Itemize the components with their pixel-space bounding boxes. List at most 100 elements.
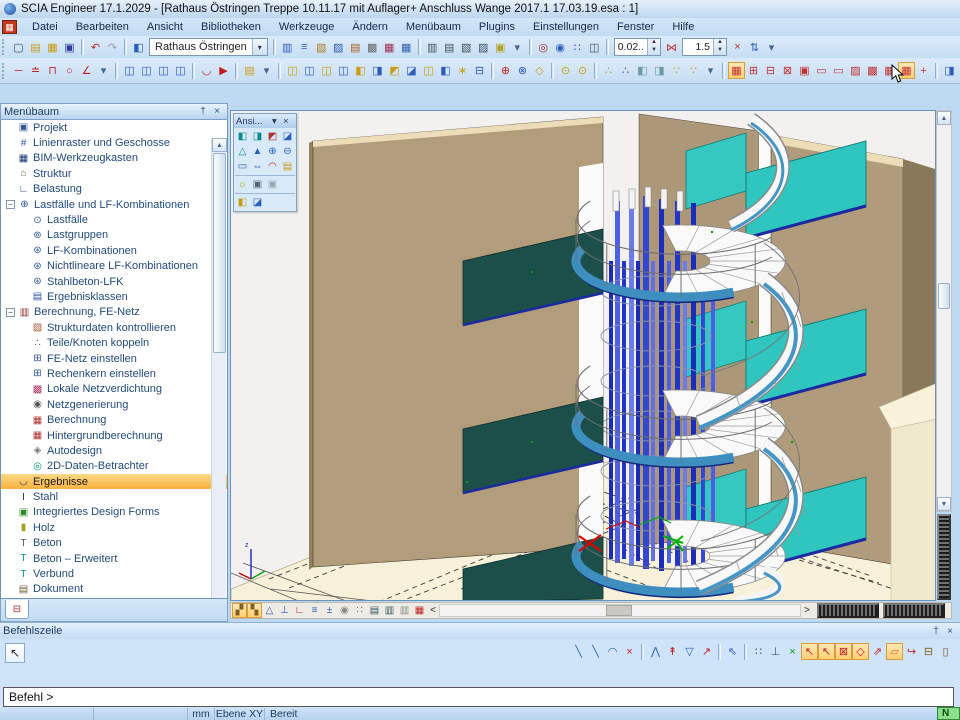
tree-item-ergebnisklassen[interactable]: ▤Ergebnisklassen (1, 289, 227, 304)
scroll-down-icon[interactable]: ▼ (937, 497, 951, 511)
tree-item-teile-knoten-koppeln[interactable]: ∴Teile/Knoten koppeln (1, 335, 227, 350)
tree-item-lastfälle-und-lf-kombinationen[interactable]: −⊕Lastfälle und LF-Kombinationen (1, 197, 227, 212)
scroll-left-icon[interactable]: < (427, 603, 439, 618)
tree-item-strukturdaten-kontrollieren[interactable]: ▨Strukturdaten kontrollieren (1, 320, 227, 335)
calculator-icon[interactable]: ▥ (279, 39, 296, 56)
tree-item-dokument[interactable]: ▤Dokument (1, 582, 227, 597)
preview-icon[interactable]: ▧ (458, 39, 475, 56)
hinge-icon[interactable]: ◧ (437, 62, 454, 79)
results-setup-icon[interactable]: ▦ (398, 39, 415, 56)
menu-item--ndern[interactable]: Ändern (343, 19, 396, 35)
view-axo-icon[interactable]: ◪ (280, 129, 295, 144)
snap-line2-icon[interactable]: ╲ (587, 643, 604, 660)
polyline-icon[interactable]: ⊓ (44, 62, 61, 79)
open-project-icon[interactable]: ▤ (27, 39, 44, 56)
scroll-up-icon[interactable]: ▲ (212, 138, 227, 152)
view-image2-icon[interactable]: ▥ (397, 603, 412, 618)
view-z-icon[interactable]: ◩ (265, 129, 280, 144)
tree-item-integriertes-design-forms[interactable]: ▣Integriertes Design Forms (1, 505, 227, 520)
scroll-up-icon[interactable]: ▲ (937, 111, 951, 125)
snap-tangent-icon[interactable]: ⇗ (869, 643, 886, 660)
pointer-mode-button[interactable]: ↖ (5, 643, 25, 663)
gear-pair-icon[interactable]: ∵ (668, 62, 685, 79)
save-icon[interactable]: ▣ (61, 39, 78, 56)
snapshot-copy-icon[interactable]: ▣ (265, 177, 280, 192)
close-icon[interactable]: × (210, 106, 224, 117)
layer-pen-icon[interactable]: ▞ (232, 603, 247, 618)
model-3d-view[interactable]: z Ansi... ▾ × ◧◨◩◪△▲⊕⊖▭⇔◠▤☼▣▣◧◪ (230, 110, 936, 601)
print-icon[interactable]: ▥ (424, 39, 441, 56)
menu-item-hilfe[interactable]: Hilfe (663, 19, 703, 35)
tree-item-fe-netz-einstellen[interactable]: ⊞FE-Netz einstellen (1, 351, 227, 366)
support-pad-icon[interactable]: ⊟ (471, 62, 488, 79)
section-icon[interactable]: ◎ (535, 39, 552, 56)
zoom-window-icon[interactable]: ▭ (235, 159, 250, 174)
view-x-icon[interactable]: ◧ (235, 129, 250, 144)
tree-item-beton[interactable]: TBeton (1, 536, 227, 551)
tree-tab-icon[interactable]: ⊟ (5, 600, 29, 619)
toolbar-overflow-icon[interactable]: ▾ (258, 62, 275, 79)
uncouple-members-icon[interactable]: ∴ (617, 62, 634, 79)
pin-icon[interactable]: † (196, 106, 210, 117)
viewport-scroll-thumb[interactable] (938, 283, 950, 309)
subregion-icon[interactable]: ◪ (403, 62, 420, 79)
load-panel-icon[interactable]: ▦ (728, 62, 745, 79)
gusset-icon[interactable]: ◇ (531, 62, 548, 79)
line-icon[interactable]: ─ (10, 62, 27, 79)
snap-step-spinner[interactable]: 0.02..▲▼ (614, 38, 661, 56)
new-folder-icon[interactable]: ▤ (241, 62, 258, 79)
clean-model-icon[interactable]: ▨ (330, 39, 347, 56)
view-iso-icon[interactable]: △ (235, 144, 250, 159)
snap-endpoint-icon[interactable]: ↖ (801, 643, 818, 660)
tree-item-verbund[interactable]: TVerbund (1, 566, 227, 581)
visibility-icon[interactable]: ◡ (198, 62, 215, 79)
tree-item-holz[interactable]: ▮Holz (1, 520, 227, 535)
tree-item-belastung[interactable]: ∟Belastung (1, 182, 227, 197)
clip-box-icon[interactable]: ▲ (250, 144, 265, 159)
command-input[interactable] (3, 687, 954, 707)
bolt-pair2-icon[interactable]: ⊙ (574, 62, 591, 79)
viewport-hscrollbar[interactable] (439, 604, 801, 617)
copy-add-icon[interactable]: ◫ (155, 62, 172, 79)
red-grid-icon[interactable]: ▦ (412, 603, 427, 618)
force-load-icon[interactable]: ⊟ (762, 62, 779, 79)
toolbar-overflow-icon[interactable]: ▾ (763, 39, 780, 56)
mesh-icon[interactable]: ▩ (364, 39, 381, 56)
tree-item-2d-daten-betrachter[interactable]: ◎2D-Daten-Betrachter (1, 459, 227, 474)
delete-icon[interactable]: × (621, 643, 638, 660)
snap-curve-icon[interactable]: ◠ (604, 643, 621, 660)
tangent-arrow-icon[interactable]: ↗ (698, 643, 715, 660)
tree-scroll-thumb[interactable] (213, 153, 226, 353)
spinner-arrows-icon[interactable]: ▲▼ (647, 39, 660, 55)
menu-item-plugins[interactable]: Plugins (470, 19, 524, 35)
paste-properties-icon[interactable]: ◨ (651, 62, 668, 79)
close-viewport-icon[interactable]: ◧ (130, 39, 147, 56)
menu-item-bibliotheken[interactable]: Bibliotheken (192, 19, 270, 35)
weld-icon[interactable]: ⊗ (514, 62, 531, 79)
cursor-snap-icon[interactable]: ⇖ (724, 643, 741, 660)
dimension-small-icon[interactable]: ⇅ (746, 39, 763, 56)
close-icon[interactable]: × (283, 116, 294, 127)
menu-item-fenster[interactable]: Fenster (608, 19, 663, 35)
dimension-display-icon[interactable]: ± (322, 603, 337, 618)
redo-icon[interactable]: ↷ (104, 39, 121, 56)
green-cross-icon[interactable]: × (784, 643, 801, 660)
spinner-arrows-icon[interactable]: ▲▼ (713, 39, 726, 55)
vertex-icon[interactable]: ⋀ (647, 643, 664, 660)
menu-item-men-baum[interactable]: Menübaum (397, 19, 470, 35)
edit-pen-icon[interactable]: ▚ (247, 603, 262, 618)
surface-load-icon[interactable]: ▨ (847, 62, 864, 79)
pan-bar-left[interactable] (817, 603, 879, 618)
toolbar-grip[interactable] (2, 63, 7, 79)
clipping-icon[interactable]: ◧ (235, 195, 250, 210)
label-flag-icon[interactable]: ∟ (292, 603, 307, 618)
project-manager-icon[interactable]: ▦ (44, 39, 61, 56)
zoom-all-icon[interactable]: ⇔ (250, 159, 265, 174)
tree-item-hintergrundberechnung[interactable]: ▦Hintergrundberechnung (1, 428, 227, 443)
tree-item-lastfälle[interactable]: ⊙Lastfälle (1, 212, 227, 227)
panel-load-icon[interactable]: ▦ (898, 62, 915, 79)
layers-icon[interactable]: ≡ (296, 39, 313, 56)
tree-item-stahl[interactable]: IStahl (1, 489, 227, 504)
rib-icon[interactable]: ◧ (352, 62, 369, 79)
moment-load-icon[interactable]: ⊞ (745, 62, 762, 79)
